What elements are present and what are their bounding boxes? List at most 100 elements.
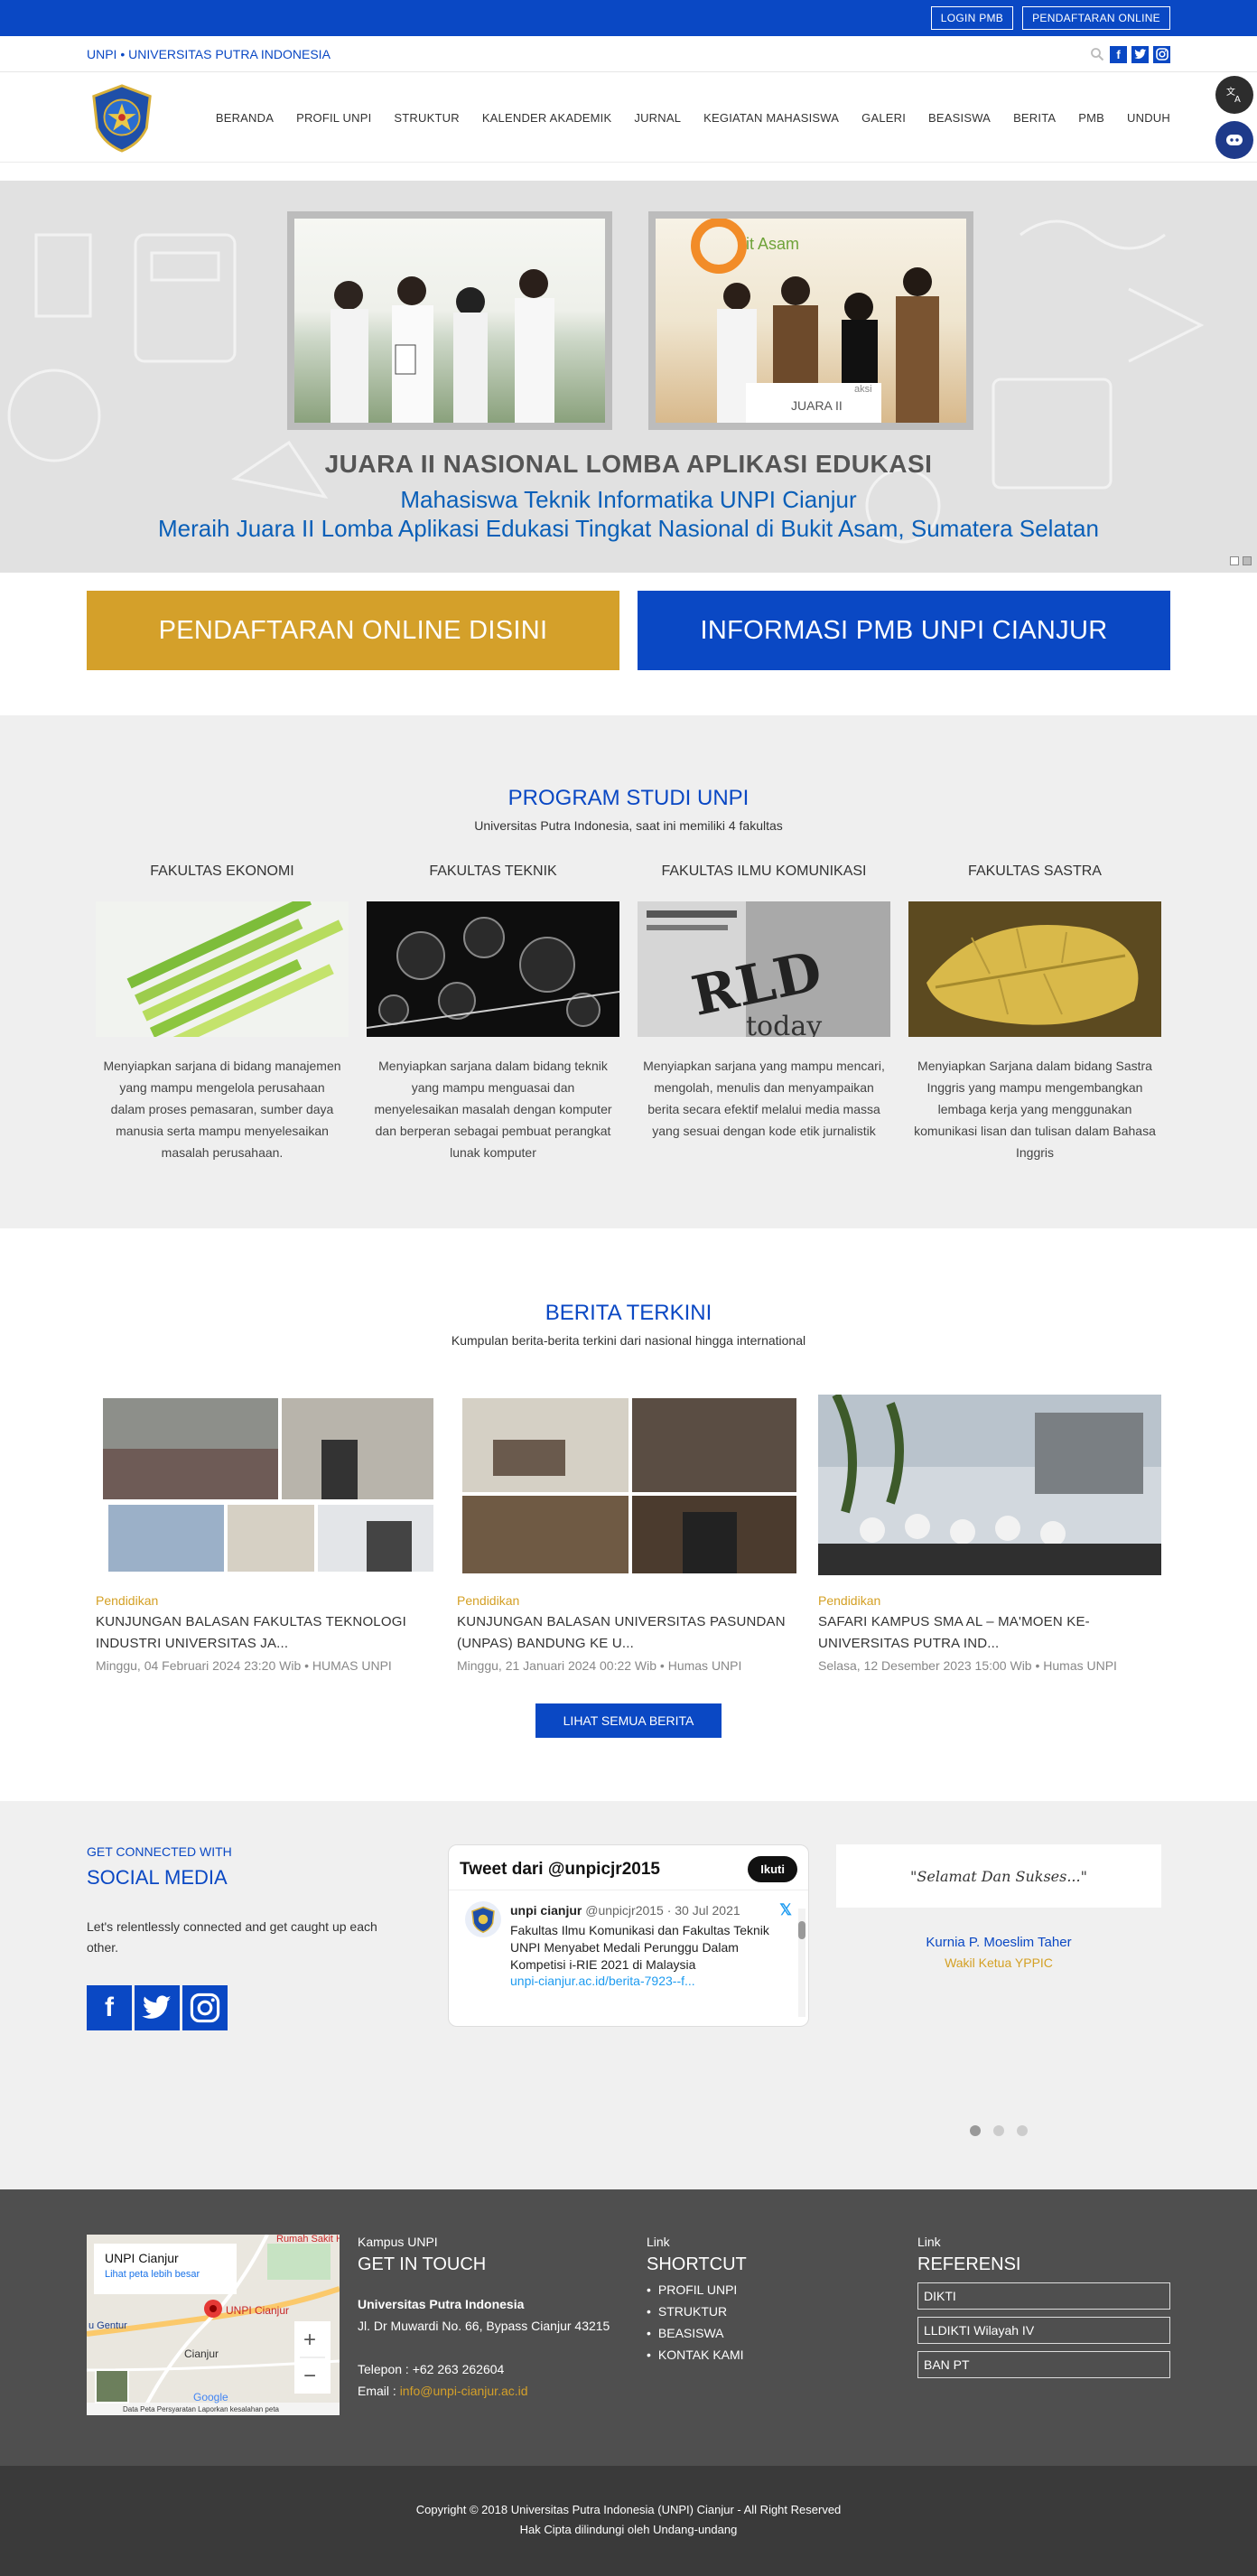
follow-button[interactable]: Ikuti <box>748 1856 797 1882</box>
faculty-image-komunikasi: RLD today <box>638 901 890 1037</box>
slider-dot-active[interactable] <box>1243 556 1252 565</box>
nav-galeri[interactable]: GALERI <box>861 111 906 125</box>
shortcut-link[interactable]: KONTAK KAMI <box>647 2344 917 2366</box>
nav-kalender-akademik[interactable]: KALENDER AKADEMIK <box>482 111 612 125</box>
nav-struktur[interactable]: STRUKTUR <box>394 111 459 125</box>
news-category: Pendidikan <box>457 1593 520 1608</box>
prodi-title: PROGRAM STUDI UNPI <box>507 786 750 810</box>
shortcut-link[interactable]: BEASISWA <box>647 2322 917 2344</box>
facebook-icon[interactable]: f <box>1110 45 1127 63</box>
hero-slider: it Asam JUARA II aksi JUARA II NASIONAL … <box>0 181 1257 573</box>
instagram-icon[interactable] <box>1153 45 1170 63</box>
social-text: Let's relentlessly connected and get cau… <box>87 1919 377 1955</box>
nav-kegiatan-mahasiswa[interactable]: KEGIATAN MAHASISWA <box>703 111 839 125</box>
main-menu: BERANDA PROFIL UNPI STRUKTUR KALENDER AK… <box>216 111 1170 125</box>
reference-kicker: Link <box>917 2235 941 2249</box>
chatbot-icon[interactable] <box>1215 121 1253 159</box>
news-subtitle: Kumpulan berita-berita terkini dari nasi… <box>451 1333 806 1348</box>
contact-email-link[interactable]: info@unpi-cianjur.ac.id <box>400 2384 528 2398</box>
social-kicker: GET CONNECTED WITH <box>87 1844 232 1859</box>
news-headline[interactable]: SAFARI KAMPUS SMA AL – MA'MOEN KE-UNIVER… <box>818 1611 1161 1655</box>
svg-text:A: A <box>1234 95 1241 105</box>
search-icon[interactable] <box>1088 46 1105 63</box>
register-online-button[interactable]: PENDAFTARAN ONLINE <box>1022 6 1170 30</box>
see-all-news-button[interactable]: LIHAT SEMUA BERITA <box>535 1703 722 1738</box>
shortcut-link[interactable]: STRUKTUR <box>647 2301 917 2322</box>
footer: UNPI Cianjur Cianjur Rumah Sakit Hafiz C… <box>0 2189 1257 2466</box>
tweet-user-name[interactable]: unpi cianjur <box>510 1903 582 1918</box>
contact-kicker: Kampus UNPI <box>358 2235 438 2249</box>
main-navbar: BERANDA PROFIL UNPI STRUKTUR KALENDER AK… <box>0 72 1257 163</box>
map-enlarge-link[interactable]: Lihat peta lebih besar <box>105 2269 226 2280</box>
banner-brand: aksi <box>854 384 872 395</box>
carousel-dot[interactable] <box>1017 2125 1028 2136</box>
news-headline[interactable]: KUNJUNGAN BALASAN FAKULTAS TEKNOLOGI IND… <box>96 1611 439 1655</box>
faculty-card[interactable]: FAKULTAS EKONOMI Menyiapkan sarjana di b… <box>96 863 349 1163</box>
twitter-icon[interactable] <box>135 1985 180 2030</box>
news-category: Pendidikan <box>96 1593 159 1608</box>
social-section: GET CONNECTED WITH SOCIAL MEDIA Let's re… <box>0 1801 1257 2189</box>
top-bar: LOGIN PMB PENDAFTARAN ONLINE <box>0 0 1257 36</box>
nav-berita[interactable]: BERITA <box>1013 111 1056 125</box>
backdrop-text: it Asam <box>746 235 799 253</box>
contact-email-label: Email : <box>358 2384 400 2398</box>
contact-title: GET IN TOUCH <box>358 2254 487 2274</box>
news-meta: Selasa, 12 Desember 2023 15:00 Wib • Hum… <box>818 1658 1117 1673</box>
shortcut-title: SHORTCUT <box>647 2254 747 2274</box>
faculty-image-sastra <box>908 901 1161 1037</box>
reference-link-dikti[interactable]: DIKTI <box>917 2282 1170 2310</box>
nav-profil-unpi[interactable]: PROFIL UNPI <box>296 111 371 125</box>
news-card[interactable]: Pendidikan KUNJUNGAN BALASAN UNIVERSITAS… <box>457 1395 800 1673</box>
map-title: UNPI Cianjur <box>105 2251 179 2265</box>
faculty-description: Menyiapkan sarjana dalam bidang teknik y… <box>374 1059 612 1160</box>
unpi-logo[interactable] <box>87 82 157 153</box>
tweet-text: Fakultas Ilmu Komunikasi dan Fakultas Te… <box>510 1923 769 1972</box>
google-map[interactable]: UNPI Cianjur Cianjur Rumah Sakit Hafiz C… <box>87 2235 340 2415</box>
nav-unduh[interactable]: UNDUH <box>1127 111 1170 125</box>
news-card[interactable]: Pendidikan KUNJUNGAN BALASAN FAKULTAS TE… <box>96 1395 439 1673</box>
online-registration-button[interactable]: PENDAFTARAN ONLINE DISINI <box>87 591 619 670</box>
faculty-card[interactable]: FAKULTAS ILMU KOMUNIKASI RLD today Menyi… <box>638 863 890 1163</box>
shortcut-link[interactable]: PROFIL UNPI <box>647 2279 917 2301</box>
map-attribution: Data Peta Persyaratan Laporkan kesalahan… <box>123 2405 280 2413</box>
twitter-icon[interactable] <box>1131 45 1149 63</box>
tweet-scrollbar[interactable] <box>798 1909 805 2017</box>
copyright-text: Copyright © 2018 Universitas Putra Indon… <box>415 2503 842 2516</box>
hero-subtitle-2: Meraih Juara II Lomba Aplikasi Edukasi T… <box>158 515 1099 542</box>
tweet-link[interactable]: unpi-cianjur.ac.id/berita-7923--f... <box>510 1974 695 1988</box>
social-title: SOCIAL MEDIA <box>87 1866 228 1889</box>
reference-title: REFERENSI <box>917 2254 1021 2274</box>
faculty-card[interactable]: FAKULTAS SASTRA Menyiapkan Sarjana dalam… <box>908 863 1161 1163</box>
faculty-name: FAKULTAS TEKNIK <box>429 863 557 879</box>
copyright-bar: Copyright © 2018 Universitas Putra Indon… <box>0 2466 1257 2576</box>
pmb-info-button[interactable]: INFORMASI PMB UNPI CIANJUR <box>638 591 1170 670</box>
news-card[interactable]: Pendidikan SAFARI KAMPUS SMA AL – MA'MOE… <box>818 1395 1161 1673</box>
cta-section: PENDAFTARAN ONLINE DISINI INFORMASI PMB … <box>0 573 1257 715</box>
faculty-description: Menyiapkan Sarjana dalam bidang Sastra I… <box>914 1059 1156 1160</box>
slider-dot[interactable] <box>1230 556 1239 565</box>
reference-link-lldikti[interactable]: LLDIKTI Wilayah IV <box>917 2317 1170 2344</box>
prodi-subtitle: Universitas Putra Indonesia, saat ini me… <box>474 818 783 833</box>
carousel-dot[interactable] <box>993 2125 1004 2136</box>
news-headline[interactable]: KUNJUNGAN BALASAN UNIVERSITAS PASUNDAN (… <box>457 1611 800 1655</box>
instagram-icon[interactable] <box>182 1985 228 2030</box>
login-pmb-button[interactable]: LOGIN PMB <box>930 6 1014 30</box>
tweet-avatar[interactable] <box>465 1901 501 1937</box>
translate-icon[interactable]: 文A <box>1215 76 1253 114</box>
reference-link-banpt[interactable]: BAN PT <box>917 2351 1170 2378</box>
tweet-handle: @unpicjr2015 · 30 Jul 2021 <box>585 1903 740 1918</box>
nav-pmb[interactable]: PMB <box>1078 111 1104 125</box>
map-pin-label: UNPI Cianjur <box>226 2304 289 2317</box>
nav-beranda[interactable]: BERANDA <box>216 111 274 125</box>
x-logo-icon[interactable]: 𝕏 <box>779 1901 792 1919</box>
facebook-icon[interactable]: f <box>87 1985 132 2030</box>
faculty-description: Menyiapkan sarjana yang mampu mencari, m… <box>643 1059 885 1138</box>
carousel-dot-active[interactable] <box>970 2125 981 2136</box>
nav-beasiswa[interactable]: BEASISWA <box>928 111 991 125</box>
news-image <box>818 1395 1161 1575</box>
nav-jurnal[interactable]: JURNAL <box>634 111 681 125</box>
twitter-timeline-widget[interactable]: Tweet dari @unpicjr2015 Ikuti unpi cianj… <box>448 1844 809 2027</box>
program-studi-section: PROGRAM STUDI UNPI Universitas Putra Ind… <box>0 715 1257 1228</box>
sub-header: UNPI • UNIVERSITAS PUTRA INDONESIA f <box>0 36 1257 72</box>
faculty-card[interactable]: FAKULTAS TEKNIK Menyiapkan sarjana dalam… <box>367 863 619 1163</box>
